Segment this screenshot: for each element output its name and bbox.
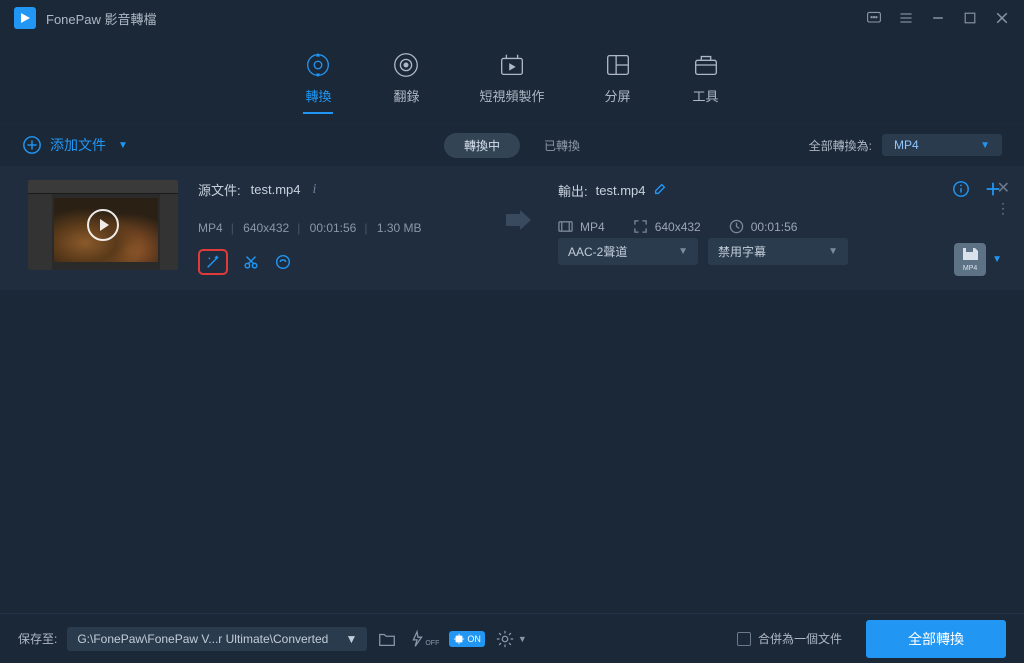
tab-toolbox[interactable]: 工具 bbox=[691, 50, 721, 113]
clock-icon bbox=[729, 219, 744, 234]
info-icon[interactable]: i bbox=[312, 182, 316, 198]
maximize-button[interactable] bbox=[962, 10, 978, 26]
convert-icon bbox=[303, 50, 333, 80]
tab-collage[interactable]: 分屏 bbox=[603, 50, 633, 113]
convert-all-format-select[interactable]: MP4 ▼ bbox=[882, 134, 1002, 156]
collage-icon bbox=[603, 50, 633, 80]
caret-down-icon: ▼ bbox=[518, 634, 527, 644]
feedback-icon[interactable] bbox=[866, 10, 882, 26]
out-spec-format: MP4 bbox=[558, 219, 605, 234]
enhance-button[interactable] bbox=[198, 249, 228, 275]
caret-down-icon: ▼ bbox=[828, 246, 838, 257]
tab-converted[interactable]: 已轉換 bbox=[544, 137, 580, 154]
save-to-label: 保存至: bbox=[18, 630, 57, 647]
main-tabs: 轉換 翻錄 短視頻製作 分屏 工具 bbox=[0, 36, 1024, 124]
save-path-select[interactable]: G:\FonePaw\FonePaw V...r Ultimate\Conver… bbox=[67, 627, 367, 651]
hw-accel-button[interactable]: ON bbox=[449, 631, 485, 647]
video-thumbnail[interactable] bbox=[28, 180, 178, 270]
rename-button[interactable] bbox=[653, 182, 667, 199]
tab-converting[interactable]: 轉換中 bbox=[444, 133, 520, 158]
source-specs: MP4 640x432 00:01:56 1.30 MB bbox=[198, 221, 478, 235]
play-icon[interactable] bbox=[87, 209, 119, 241]
minimize-button[interactable] bbox=[930, 10, 946, 26]
source-filename: test.mp4 bbox=[251, 182, 301, 197]
spec-format: MP4 bbox=[198, 221, 223, 235]
edit-button[interactable] bbox=[274, 253, 292, 271]
subtitle-select[interactable]: 禁用字幕 ▼ bbox=[708, 238, 848, 265]
caret-down-icon[interactable]: ▼ bbox=[992, 254, 1002, 265]
video-icon bbox=[558, 219, 573, 234]
title-bar: FonePaw 影音轉檔 bbox=[0, 0, 1024, 36]
add-file-label: 添加文件 bbox=[50, 135, 106, 155]
output-format-badge[interactable]: MP4 ▼ bbox=[954, 209, 1002, 276]
file-item: ✕ ⋮ 源文件: test.mp4 i MP4 640x432 00:01:56… bbox=[0, 166, 1024, 290]
out-spec-duration: 00:01:56 bbox=[729, 219, 798, 234]
tab-label: 工具 bbox=[692, 86, 718, 105]
merge-checkbox[interactable]: 合併為一個文件 bbox=[737, 630, 842, 647]
add-file-button[interactable]: 添加文件 ▼ bbox=[22, 135, 128, 155]
trim-button[interactable] bbox=[242, 253, 260, 271]
save-path-value: G:\FonePaw\FonePaw V...r Ultimate\Conver… bbox=[77, 632, 328, 646]
caret-down-icon: ▼ bbox=[118, 140, 128, 151]
checkbox-box bbox=[737, 632, 751, 646]
convert-all-to-label: 全部轉換為: bbox=[809, 137, 872, 154]
mv-icon bbox=[497, 50, 527, 80]
resolution-icon bbox=[633, 219, 648, 234]
close-button[interactable] bbox=[994, 10, 1010, 26]
audio-select[interactable]: AAC-2聲道 ▼ bbox=[558, 238, 698, 265]
file-list: ✕ ⋮ 源文件: test.mp4 i MP4 640x432 00:01:56… bbox=[0, 166, 1024, 290]
caret-down-icon: ▼ bbox=[345, 632, 357, 646]
output-filename: test.mp4 bbox=[596, 183, 646, 198]
sub-bar: 添加文件 ▼ 轉換中 已轉換 全部轉換為: MP4 ▼ bbox=[0, 124, 1024, 166]
source-panel: 源文件: test.mp4 i MP4 640x432 00:01:56 1.3… bbox=[198, 180, 478, 275]
tab-label: 轉換 bbox=[305, 86, 331, 105]
tab-label: 分屏 bbox=[604, 86, 630, 105]
tab-mv[interactable]: 短視頻製作 bbox=[479, 50, 544, 113]
tab-label: 短視頻製作 bbox=[479, 86, 544, 105]
save-icon bbox=[961, 247, 979, 264]
spec-size: 1.30 MB bbox=[364, 221, 421, 235]
convert-all-button[interactable]: 全部轉換 bbox=[866, 620, 1006, 658]
rip-icon bbox=[391, 50, 421, 80]
app-title: FonePaw 影音轉檔 bbox=[46, 9, 850, 28]
open-folder-button[interactable] bbox=[377, 629, 397, 649]
toolbox-icon bbox=[691, 50, 721, 80]
tab-convert[interactable]: 轉換 bbox=[303, 50, 333, 113]
format-value: MP4 bbox=[894, 138, 919, 152]
spec-duration: 00:01:56 bbox=[297, 221, 356, 235]
output-panel: 輸出: test.mp4 bbox=[558, 180, 1002, 276]
menu-icon[interactable] bbox=[898, 10, 914, 26]
remove-file-button[interactable]: ✕ bbox=[997, 178, 1010, 198]
footer-bar: 保存至: G:\FonePaw\FonePaw V...r Ultimate\C… bbox=[0, 613, 1024, 663]
caret-down-icon: ▼ bbox=[678, 246, 688, 257]
arrow-icon bbox=[498, 180, 538, 230]
badge-format-text: MP4 bbox=[963, 265, 977, 272]
hw-on-label: ON bbox=[467, 634, 481, 644]
wand-icon bbox=[204, 253, 222, 271]
app-logo bbox=[14, 7, 36, 29]
more-button[interactable]: ⋮ bbox=[996, 200, 1009, 217]
spec-resolution: 640x432 bbox=[231, 221, 290, 235]
out-spec-resolution: 640x432 bbox=[633, 219, 701, 234]
output-label: 輸出: bbox=[558, 181, 588, 200]
speed-off-icon[interactable]: OFF bbox=[407, 629, 439, 649]
caret-down-icon: ▼ bbox=[980, 140, 990, 151]
output-info-button[interactable] bbox=[952, 180, 970, 201]
merge-label: 合併為一個文件 bbox=[758, 630, 842, 647]
tab-label: 翻錄 bbox=[393, 86, 419, 105]
tab-rip[interactable]: 翻錄 bbox=[391, 50, 421, 113]
source-label: 源文件: bbox=[198, 180, 241, 199]
settings-button[interactable]: ▼ bbox=[495, 629, 527, 649]
